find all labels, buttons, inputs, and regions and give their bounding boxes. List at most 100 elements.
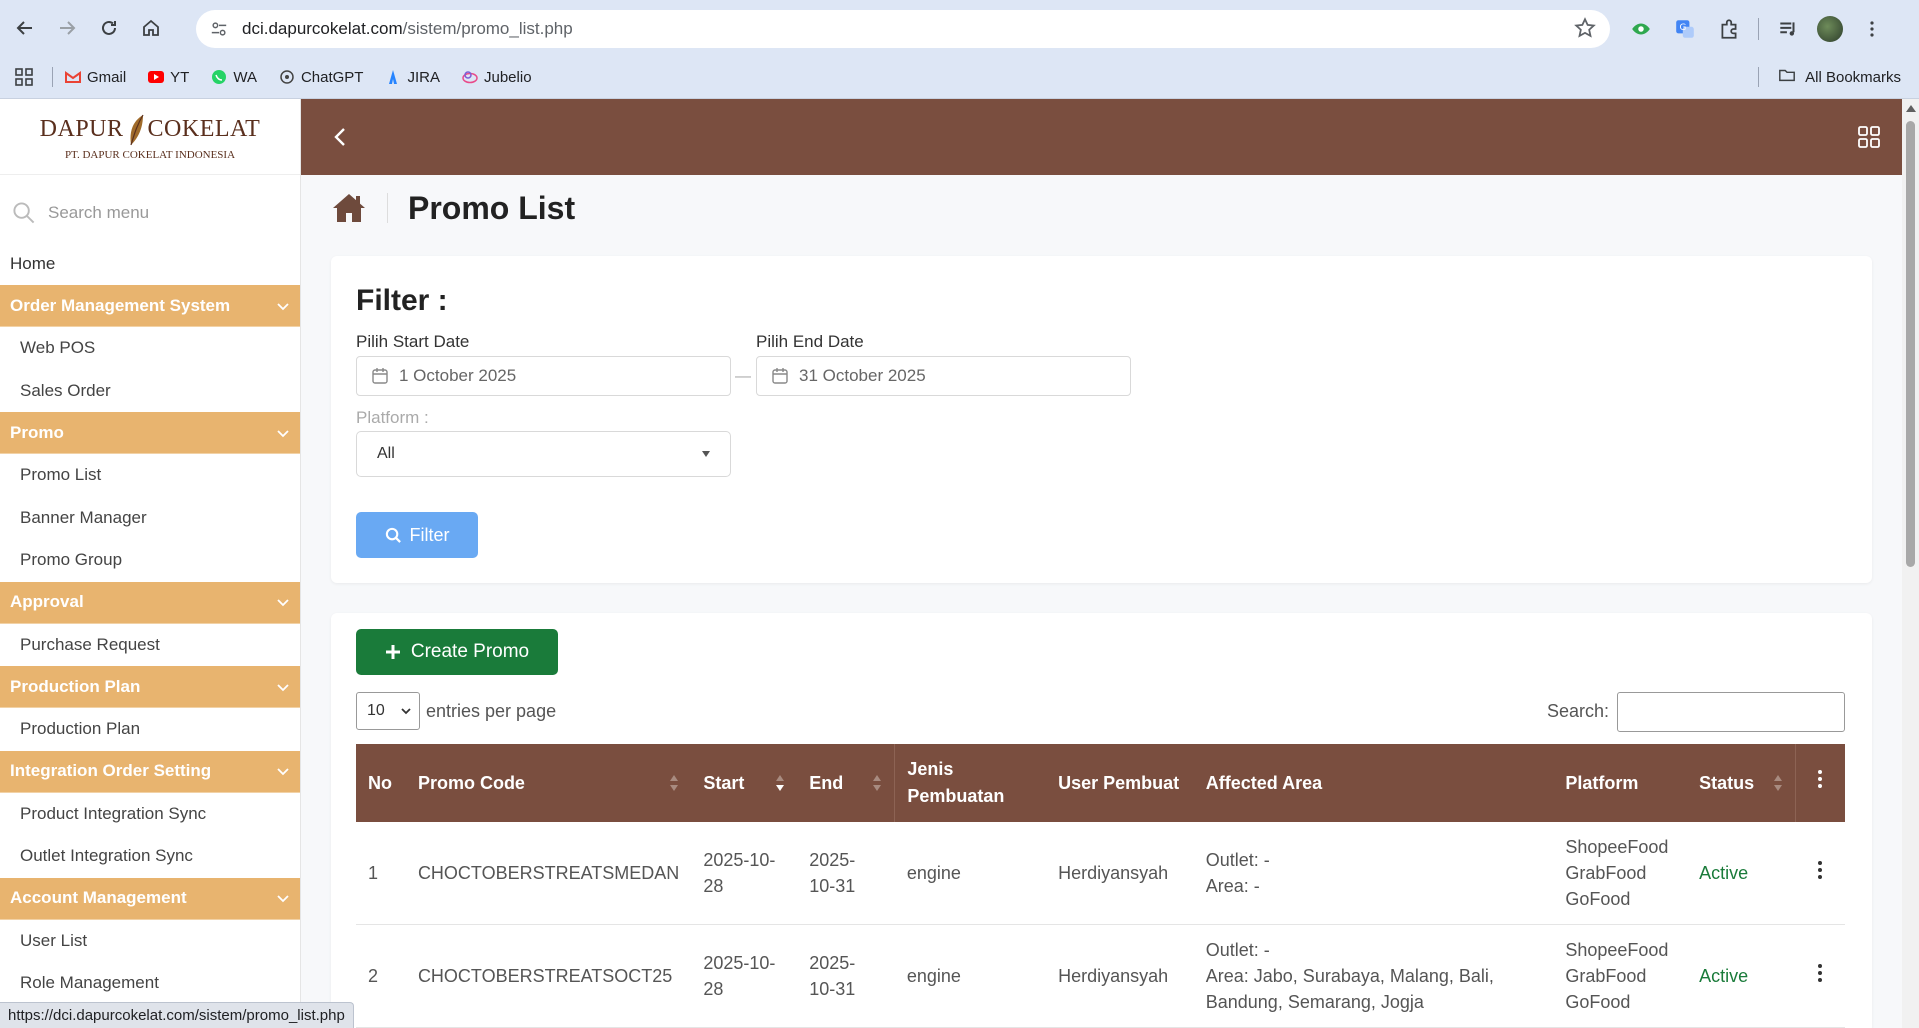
home-icon[interactable] [331,192,367,224]
row-actions-menu[interactable] [1795,924,1845,1028]
column-header-jenis-pembuatan: Jenis Pembuatan [894,744,1047,822]
row-actions-menu[interactable] [1795,822,1845,925]
column-header-user-pembuat: User Pembuat [1058,772,1180,793]
sidebar-group-integration-order-setting[interactable]: Integration Order Setting [0,750,300,793]
apps-grid-icon[interactable] [14,67,34,87]
bookmark-label: Gmail [87,68,127,86]
bookmark-gmail[interactable]: Gmail [65,69,126,86]
column-header-status[interactable]: Status [1687,744,1795,822]
sidebar-item-promo-list[interactable]: Promo List [0,454,300,497]
media-control-icon[interactable] [1773,14,1803,44]
sort-desc-icon [776,775,785,791]
column-header-end[interactable]: End [797,744,895,822]
back-nav-icon[interactable] [8,11,42,45]
translate-extension-icon[interactable]: G [1670,14,1700,44]
sidebar-group-production-plan[interactable]: Production Plan [0,666,300,708]
cocoa-leaf-icon [129,114,144,145]
bookmarks-bar: Gmail YT WA ChatGPT JIRA Jubelio All Boo… [0,56,1919,99]
search-menu-input[interactable]: Search menu [0,183,300,243]
company-logo[interactable]: DAPUR COKELAT PT. DAPUR COKELAT INDONESI… [0,99,300,175]
filter-button[interactable]: Filter [356,512,478,558]
youtube-icon [148,69,165,85]
cell-start: 2025-10-28 [691,924,798,1028]
table-search-input[interactable] [1617,692,1845,732]
chatgpt-icon [279,69,295,85]
calendar-icon [772,368,788,384]
search-icon [385,527,401,543]
gmail-icon [65,69,81,85]
sidebar-group-promo[interactable]: Promo [0,412,300,454]
platform-item: ShopeeFood [1565,837,1669,857]
cell-end: 2025-10-31 [797,822,895,925]
affected-area: Area: Jabo, Surabaya, Malang, Bali, Band… [1205,966,1494,1012]
bookmark-jubelio[interactable]: Jubelio [462,69,532,86]
chevron-left-icon[interactable] [329,125,353,149]
page-scrollbar[interactable] [1902,99,1919,1028]
column-header-promo-code[interactable]: Promo Code [406,744,691,822]
start-date-input[interactable]: 1 October 2025 [356,356,731,396]
reload-icon[interactable] [92,11,126,45]
chevron-down-icon [401,708,411,715]
sidebar-item-role-management[interactable]: Role Management [0,962,300,1005]
page-header: Promo List [331,186,575,230]
platform-item: GrabFood [1565,966,1647,986]
forward-nav-icon[interactable] [50,11,84,45]
sort-icon [1773,775,1782,791]
scrollbar-thumb[interactable] [1906,121,1915,567]
create-promo-button[interactable]: Create Promo [356,629,558,675]
bookmark-youtube[interactable]: YT [148,69,189,86]
eye-extension-icon[interactable] [1626,14,1656,44]
all-bookmarks-button[interactable]: All Bookmarks [1777,66,1901,88]
folder-icon [1777,66,1797,88]
affected-outlet: Outlet: - [1205,940,1270,960]
chevron-down-icon [277,302,289,310]
platform-select[interactable]: All [356,431,731,477]
sidebar-group-label: Promo [10,422,64,442]
sidebar-item-banner-manager[interactable]: Banner Manager [0,497,300,540]
end-date-input[interactable]: 31 October 2025 [756,356,1131,396]
sidebar-item-user-list[interactable]: User List [0,920,300,963]
table-search-label: Search: [1547,701,1610,721]
profile-avatar[interactable] [1817,16,1843,42]
chrome-menu-icon[interactable] [1857,14,1887,44]
apps-grid-icon[interactable] [1858,126,1880,148]
extensions-puzzle-icon[interactable] [1714,14,1744,44]
bookmark-label: YT [170,68,190,86]
filter-title: Filter : [356,284,448,317]
site-info-icon[interactable] [204,14,234,44]
bookmark-jira[interactable]: JIRA [385,69,440,86]
bookmark-star-icon[interactable] [1574,17,1596,44]
cell-no: 2 [356,924,406,1028]
column-header-start[interactable]: Start [691,744,797,822]
browser-toolbar: dci.dapurcokelat.com/sistem/promo_list.p… [0,0,1919,56]
logo-text-right: COKELAT [147,116,261,142]
entries-per-page-select[interactable]: 10 [356,692,420,730]
bookmark-chatgpt[interactable]: ChatGPT [279,68,364,86]
sidebar-item-sales-order[interactable]: Sales Order [0,370,300,413]
sidebar-group-label: Approval [10,592,84,611]
search-menu-placeholder: Search menu [48,203,150,222]
sidebar-group-account-management[interactable]: Account Management [0,877,300,920]
home-nav-icon[interactable] [134,11,168,45]
sidebar-group-approval[interactable]: Approval [0,581,300,624]
bookmark-label: Jubelio [484,68,532,86]
bookmark-label: ChatGPT [300,68,364,86]
bookmark-whatsapp[interactable]: WA [211,69,257,86]
sidebar-item-web-pos[interactable]: Web POS [0,327,300,370]
sidebar-item-purchase-request[interactable]: Purchase Request [0,624,300,667]
cell-promo-code: CHOCTOBERSTREATSMEDAN [405,822,692,925]
whatsapp-icon [211,69,227,85]
sidebar-group-order-management[interactable]: Order Management System [0,285,300,327]
extensions-area: G [1626,10,1887,48]
sidebar-item-promo-group[interactable]: Promo Group [0,539,300,582]
address-bar[interactable]: dci.dapurcokelat.com/sistem/promo_list.p… [196,10,1610,48]
column-header-actions[interactable] [1794,744,1845,822]
platform-item: GoFood [1565,992,1631,1012]
sidebar-item-outlet-integration-sync[interactable]: Outlet Integration Sync [0,835,300,878]
sidebar-item-home[interactable]: Home [0,243,300,285]
promo-table: No Promo Code Start End Jenis Pembuatan … [356,744,1845,1028]
sidebar-item-production-plan[interactable]: Production Plan [0,708,300,751]
scroll-up-arrow-icon[interactable] [1906,105,1916,112]
sidebar-item-product-integration-sync[interactable]: Product Integration Sync [0,793,300,836]
plus-icon [385,645,400,659]
